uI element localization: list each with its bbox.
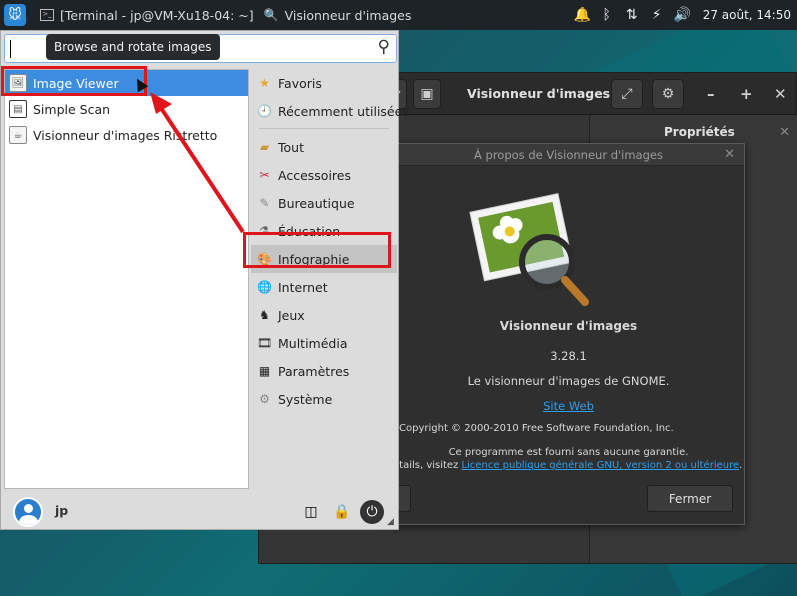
image-viewer-icon: 🔍 — [263, 8, 279, 22]
website-link[interactable]: Site Web — [543, 399, 594, 413]
taskbar-item-label: Visionneur d'images — [284, 7, 412, 23]
accessories-icon: ✂ — [259, 168, 270, 182]
clock[interactable]: 27 août, 14:50 — [703, 8, 791, 22]
highlight-box-image-viewer — [1, 66, 147, 96]
gear-icon: ⚙ — [661, 86, 675, 102]
gallery-button[interactable]: ▣ — [413, 79, 441, 109]
close-icon[interactable]: ✕ — [724, 147, 735, 162]
office-icon: ✎ — [259, 196, 270, 210]
app-version: 3.28.1 — [550, 349, 587, 363]
power-button-icon[interactable]: ⏻ — [360, 500, 384, 524]
top-panel: 🐭 >_ [Terminal - jp@VM-Xu18-04: ~] 🔍 Vis… — [0, 0, 797, 30]
warranty-prefix: etails, visitez — [393, 460, 462, 471]
divider — [259, 128, 389, 129]
terminal-icon: >_ — [40, 9, 54, 21]
settings-icon: ▦ — [258, 364, 271, 378]
taskbar-item-label: [Terminal - jp@VM-Xu18-04: ~] — [60, 7, 254, 23]
app-item-label: Visionneur d'images Ristretto — [33, 127, 218, 143]
about-dialog: À propos de Visionneur d'images ✕ Vision… — [391, 143, 745, 525]
warranty-suffix: . — [739, 460, 743, 471]
image-viewer-logo-icon — [469, 193, 589, 306]
app-item-label: Simple Scan — [33, 101, 111, 117]
system-icon: ⚙ — [259, 392, 270, 406]
globe-icon: 🌐 — [257, 280, 272, 294]
fullscreen-icon: ⤢ — [621, 86, 633, 102]
category-label: Accessoires — [278, 167, 351, 183]
ristretto-icon: ☕ — [9, 126, 27, 144]
taskbar-item-terminal[interactable]: >_ [Terminal - jp@VM-Xu18-04: ~] — [40, 0, 254, 30]
star-icon: ★ — [259, 76, 270, 90]
taskbar-item-image-viewer[interactable]: 🔍 Visionneur d'images — [264, 0, 412, 30]
category-label: Internet — [278, 279, 328, 295]
folder-icon: ▰ — [259, 140, 270, 154]
close-dialog-button[interactable]: Fermer — [647, 485, 733, 512]
network-icon[interactable]: ⇅ — [624, 7, 640, 23]
category-recent[interactable]: 🕘 Récemment utilisées — [251, 97, 409, 125]
tooltip: Browse and rotate images — [46, 34, 220, 60]
category-multimedia[interactable]: 🎞 Multimédia — [251, 329, 397, 357]
category-favoris[interactable]: ★ Favoris — [251, 69, 397, 97]
switch-user-icon[interactable]: ◫ — [299, 500, 323, 524]
recent-icon: 🕘 — [257, 104, 272, 118]
category-jeux[interactable]: ♞ Jeux — [251, 301, 397, 329]
close-button[interactable]: ✕ — [774, 85, 787, 103]
app-name: Visionneur d'images — [499, 319, 638, 333]
website-row: Site Web — [393, 399, 744, 413]
games-icon: ♞ — [259, 308, 270, 322]
category-label: Multimédia — [278, 335, 348, 351]
category-internet[interactable]: 🌐 Internet — [251, 273, 397, 301]
text-caret — [10, 40, 11, 58]
sidebar-title: Propriétés — [664, 125, 735, 139]
category-label: Favoris — [278, 75, 322, 91]
warranty-line1: Ce programme est fourni sans aucune gara… — [448, 447, 689, 458]
category-systeme[interactable]: ⚙ Système — [251, 385, 397, 413]
close-icon[interactable]: ✕ — [779, 125, 790, 140]
volume-icon[interactable]: 🔊 — [674, 7, 691, 23]
category-parametres[interactable]: ▦ Paramètres — [251, 357, 397, 385]
settings-button[interactable]: ⚙ — [652, 79, 684, 109]
category-label: Paramètres — [278, 363, 350, 379]
category-bureautique[interactable]: ✎ Bureautique — [251, 189, 397, 217]
bluetooth-icon[interactable]: ᛒ — [599, 7, 615, 23]
highlight-box-infographie — [243, 232, 391, 268]
whisker-menu-button[interactable]: 🐭 — [4, 4, 26, 26]
category-label: Tout — [278, 139, 304, 155]
category-accessoires[interactable]: ✂ Accessoires — [251, 161, 397, 189]
minimize-button[interactable]: – — [707, 85, 715, 103]
category-label: Jeux — [278, 307, 305, 323]
window-title: Visionneur d'images — [467, 86, 611, 101]
category-label: Bureautique — [278, 195, 355, 211]
application-menu: ⚲ 🖼 Image Viewer ▤ Simple Scan ☕ Visionn… — [0, 30, 409, 530]
category-label: Système — [278, 391, 333, 407]
app-description: Le visionneur d'images de GNOME. — [467, 374, 670, 388]
dialog-title: À propos de Visionneur d'images — [393, 144, 744, 166]
notification-bell-icon[interactable]: 🔔 — [574, 7, 591, 23]
multimedia-icon: 🎞 — [256, 336, 273, 350]
lock-icon[interactable]: 🔒 — [330, 500, 354, 524]
power-icon[interactable]: ⚡ — [649, 7, 665, 23]
copyright: Copyright © 2000-2010 Free Software Foun… — [399, 423, 674, 434]
user-bar: jp ◫ 🔒 ⏻ ◢ — [1, 493, 398, 530]
xfce-logo-icon: 🐭 — [8, 7, 22, 23]
scanner-icon: ▤ — [9, 100, 27, 118]
avatar — [13, 497, 43, 527]
category-tout[interactable]: ▰ Tout — [251, 133, 397, 161]
warranty-line2: etails, visitez Licence publique général… — [393, 460, 744, 471]
app-item-ristretto[interactable]: ☕ Visionneur d'images Ristretto — [5, 122, 248, 148]
fullscreen-button[interactable]: ⤢ — [611, 79, 643, 109]
category-label: Récemment utilisées — [277, 103, 409, 119]
search-icon: ⚲ — [377, 37, 390, 57]
gallery-icon: ▣ — [420, 86, 434, 102]
resize-grip-icon[interactable]: ◢ — [387, 517, 394, 527]
username: jp — [55, 503, 69, 518]
app-list: 🖼 Image Viewer ▤ Simple Scan ☕ Visionneu… — [4, 69, 249, 489]
maximize-button[interactable]: + — [740, 85, 753, 103]
license-link[interactable]: Licence publique générale GNU, version 2… — [462, 460, 740, 471]
app-item-simple-scan[interactable]: ▤ Simple Scan — [5, 96, 248, 122]
